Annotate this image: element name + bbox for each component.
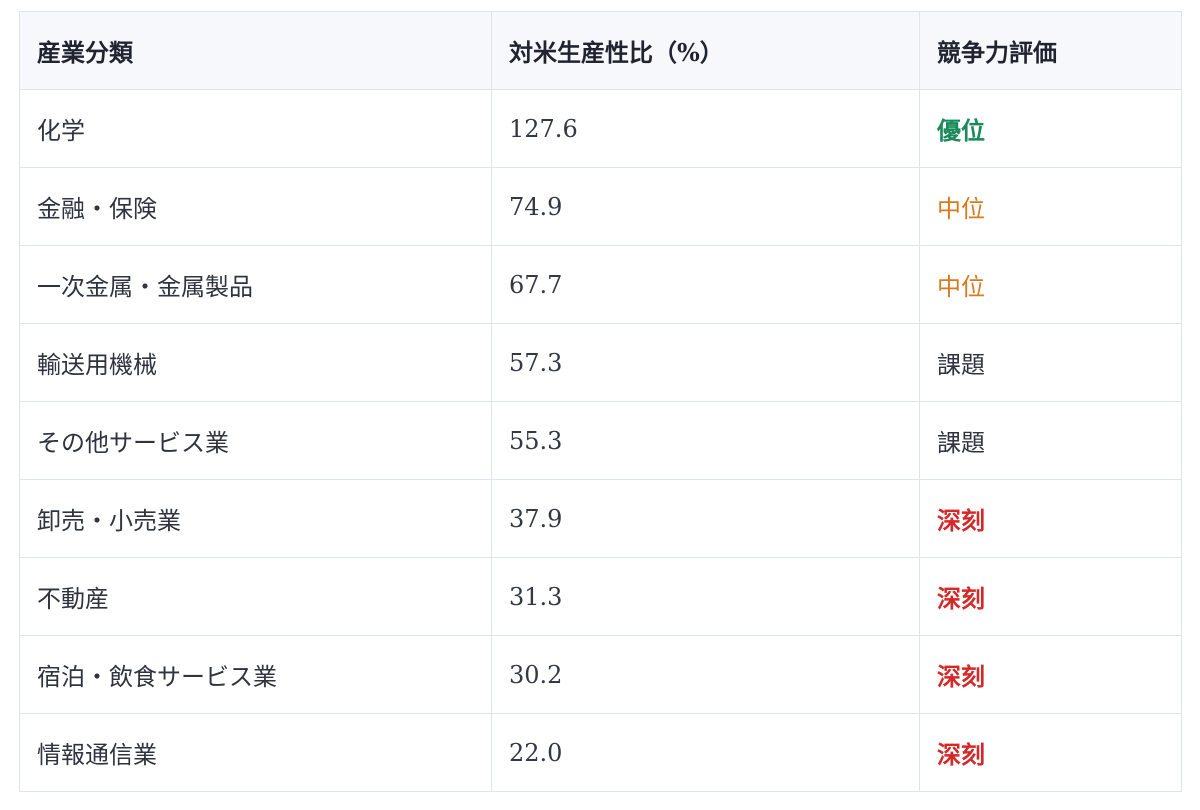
rating-cell: 深刻 <box>919 479 1182 558</box>
header-row: 産業分類 対米生産性比（%） 競争力評価 <box>19 11 1182 90</box>
rating-cell: 優位 <box>919 89 1182 168</box>
header-ratio: 対米生産性比（%） <box>491 11 920 90</box>
table-row: 情報通信業 22.0 深刻 <box>19 713 1182 792</box>
rating-label: 中位 <box>937 195 985 223</box>
table-row: 輸送用機械 57.3 課題 <box>19 323 1182 402</box>
rating-label: 深刻 <box>937 662 985 691</box>
header-industry: 産業分類 <box>19 11 492 90</box>
rating-cell: 中位 <box>919 245 1182 324</box>
rating-cell: 深刻 <box>919 635 1182 714</box>
ratio-cell: 67.7 <box>491 245 920 324</box>
table-row: 不動産 31.3 深刻 <box>19 557 1182 636</box>
table-row: 卸売・小売業 37.9 深刻 <box>19 479 1182 558</box>
ratio-cell: 74.9 <box>491 167 920 246</box>
industry-cell: 化学 <box>19 89 492 168</box>
rating-cell: 中位 <box>919 167 1182 246</box>
rating-cell: 課題 <box>919 401 1182 480</box>
industry-cell: 不動産 <box>19 557 492 636</box>
ratio-cell: 57.3 <box>491 323 920 402</box>
header-rating: 競争力評価 <box>919 11 1182 90</box>
productivity-table: 産業分類 対米生産性比（%） 競争力評価 化学 127.6 優位 金融・保険 7… <box>19 11 1182 792</box>
industry-cell: 金融・保険 <box>19 167 492 246</box>
ratio-cell: 127.6 <box>491 89 920 168</box>
ratio-cell: 37.9 <box>491 479 920 558</box>
industry-cell: 一次金属・金属製品 <box>19 245 492 324</box>
table-header: 産業分類 対米生産性比（%） 競争力評価 <box>19 11 1182 90</box>
table-row: 宿泊・飲食サービス業 30.2 深刻 <box>19 635 1182 714</box>
ratio-cell: 31.3 <box>491 557 920 636</box>
rating-cell: 深刻 <box>919 713 1182 792</box>
industry-cell: 卸売・小売業 <box>19 479 492 558</box>
rating-cell: 課題 <box>919 323 1182 402</box>
table-row: 一次金属・金属製品 67.7 中位 <box>19 245 1182 324</box>
ratio-cell: 30.2 <box>491 635 920 714</box>
industry-cell: その他サービス業 <box>19 401 492 480</box>
table-body: 化学 127.6 優位 金融・保険 74.9 中位 一次金属・金属製品 67.7… <box>19 89 1182 792</box>
productivity-table-container: 産業分類 対米生産性比（%） 競争力評価 化学 127.6 優位 金融・保険 7… <box>19 11 1182 792</box>
rating-label: 優位 <box>937 116 985 145</box>
rating-label: 深刻 <box>937 740 985 769</box>
table-row: その他サービス業 55.3 課題 <box>19 401 1182 480</box>
industry-cell: 宿泊・飲食サービス業 <box>19 635 492 714</box>
industry-cell: 輸送用機械 <box>19 323 492 402</box>
industry-cell: 情報通信業 <box>19 713 492 792</box>
rating-cell: 深刻 <box>919 557 1182 636</box>
table-row: 金融・保険 74.9 中位 <box>19 167 1182 246</box>
rating-label: 深刻 <box>937 506 985 535</box>
rating-label: 課題 <box>937 429 985 457</box>
table-row: 化学 127.6 優位 <box>19 89 1182 168</box>
ratio-cell: 22.0 <box>491 713 920 792</box>
rating-label: 課題 <box>937 351 985 379</box>
ratio-cell: 55.3 <box>491 401 920 480</box>
rating-label: 深刻 <box>937 584 985 613</box>
rating-label: 中位 <box>937 273 985 301</box>
